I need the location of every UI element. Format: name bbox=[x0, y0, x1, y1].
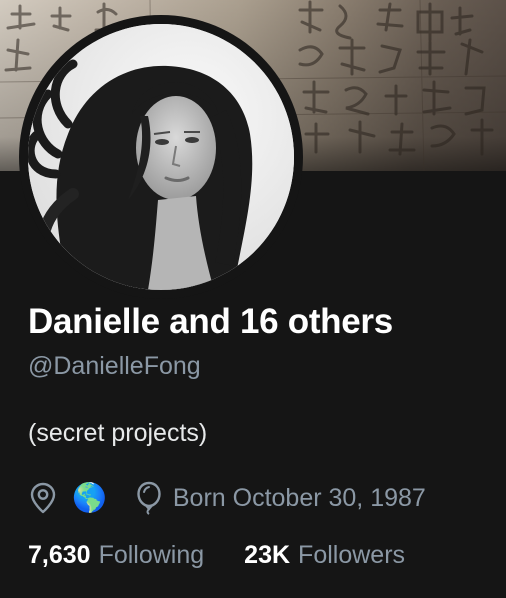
location-globe-emoji: 🌎 bbox=[72, 482, 107, 513]
profile-display-name: Danielle and 16 others bbox=[28, 302, 393, 341]
followers-link[interactable]: 23K Followers bbox=[244, 541, 405, 570]
following-count: 7,630 bbox=[28, 541, 91, 569]
following-link[interactable]: 7,630 Following bbox=[28, 541, 204, 570]
profile-handle: @DanielleFong bbox=[28, 352, 201, 380]
balloon-icon bbox=[135, 480, 163, 516]
avatar-portrait-image bbox=[28, 24, 294, 290]
followers-count: 23K bbox=[244, 541, 291, 569]
avatar[interactable] bbox=[28, 24, 294, 290]
profile-bio: (secret projects) bbox=[28, 419, 208, 447]
profile-page: Danielle and 16 others @DanielleFong (se… bbox=[0, 0, 506, 598]
follow-stats: 7,630 Following 23K Followers bbox=[28, 541, 405, 570]
followers-label: Followers bbox=[298, 541, 406, 569]
following-label: Following bbox=[98, 541, 205, 569]
birthday-text: Born October 30, 1987 bbox=[172, 483, 426, 512]
profile-meta-row: 🌎 Born October 30, 1987 bbox=[28, 478, 426, 518]
location-pin-icon bbox=[28, 480, 58, 516]
